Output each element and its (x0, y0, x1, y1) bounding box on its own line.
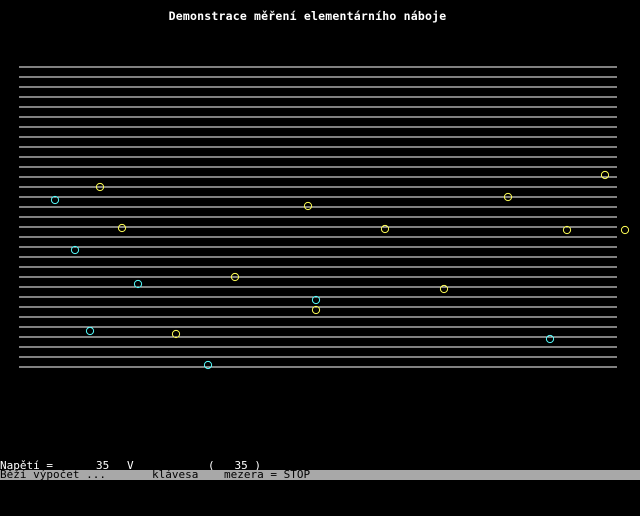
key-label: klávesa (152, 470, 199, 480)
oil-drop-yellow (303, 201, 313, 211)
oil-drop-cyan (545, 334, 555, 344)
running-text: Běží výpočet ... (0, 470, 106, 480)
oil-drop-cyan (85, 326, 95, 336)
oil-drop-yellow (620, 225, 630, 235)
oil-drop-chamber (19, 66, 630, 370)
oil-drop-yellow (380, 224, 390, 234)
oil-drops (50, 170, 630, 370)
oil-drop-yellow (117, 223, 127, 233)
measurement-lines (19, 66, 617, 368)
stop-key-hint[interactable]: mezera = STOP (224, 470, 310, 480)
oil-drop-yellow (600, 170, 610, 180)
oil-drop-cyan (203, 360, 213, 370)
oil-drop-yellow (439, 284, 449, 294)
status-line: Napětí = 35 V ( 35 ) (0, 460, 640, 471)
help-bar: Běží výpočet ... klávesa mezera = STOP (0, 470, 640, 480)
